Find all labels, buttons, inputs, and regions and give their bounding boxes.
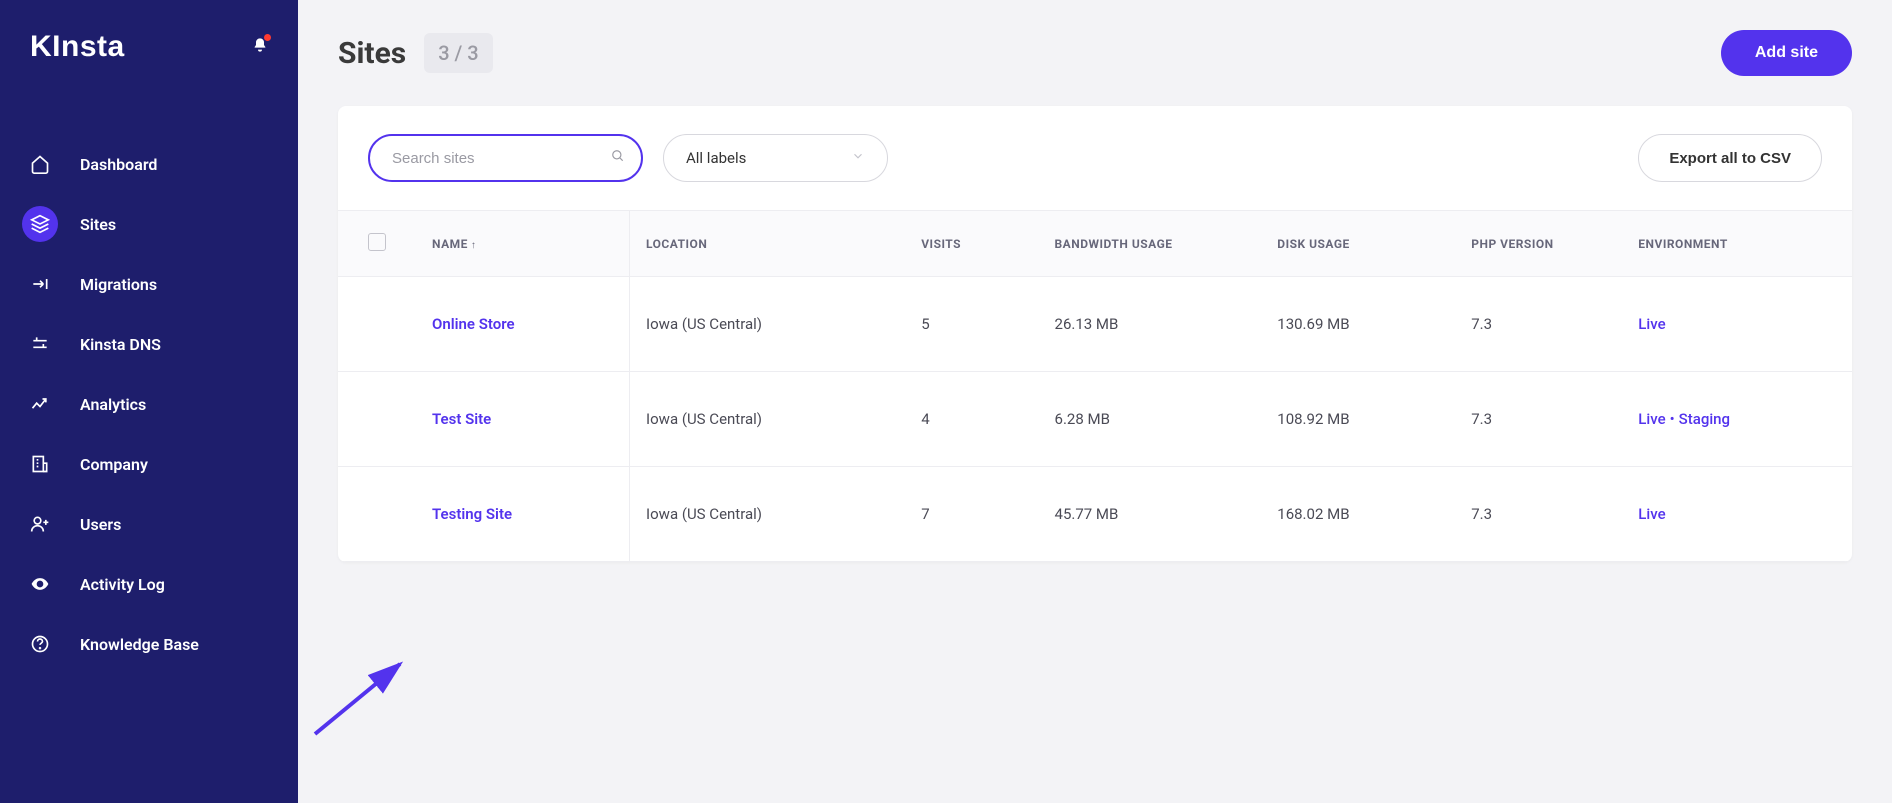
env-live-link[interactable]: Live	[1638, 410, 1665, 428]
search-input[interactable]	[368, 134, 643, 182]
sidebar-item-dashboard[interactable]: Dashboard	[0, 134, 298, 194]
site-link[interactable]: Testing Site	[432, 505, 512, 523]
sidebar-item-label: Migrations	[80, 275, 157, 294]
sidebar: KInsta Dashboard Sites Migrations Kinsta…	[0, 0, 298, 803]
home-icon	[22, 146, 58, 182]
page-title: Sites	[338, 36, 406, 71]
table-row: Test Site Iowa (US Central)46.28 MB108.92…	[338, 372, 1852, 467]
row-select-cell	[338, 372, 416, 467]
help-icon	[22, 626, 58, 662]
env-live-link[interactable]: Live	[1638, 505, 1665, 523]
sidebar-item-label: Company	[80, 455, 148, 474]
sidebar-item-label: Activity Log	[80, 575, 165, 594]
select-all-checkbox[interactable]	[368, 233, 386, 251]
visits-cell: 5	[905, 277, 1038, 372]
location-cell: Iowa (US Central)	[630, 467, 906, 562]
php-cell: 7.3	[1455, 277, 1622, 372]
search-icon	[611, 149, 625, 167]
visits-cell: 4	[905, 372, 1038, 467]
row-select-cell	[338, 277, 416, 372]
sort-asc-icon: ↑	[471, 240, 477, 251]
location-cell: Iowa (US Central)	[630, 277, 906, 372]
sidebar-item-label: Analytics	[80, 395, 146, 414]
table-row: Testing Site Iowa (US Central)745.77 MB16…	[338, 467, 1852, 562]
sidebar-item-users[interactable]: Users	[0, 494, 298, 554]
disk-cell: 168.02 MB	[1261, 467, 1455, 562]
sidebar-item-dns[interactable]: Kinsta DNS	[0, 314, 298, 374]
col-disk[interactable]: DISK USAGE	[1261, 211, 1455, 277]
brand-logo: KInsta	[30, 30, 125, 64]
notification-dot	[264, 34, 271, 41]
sidebar-item-company[interactable]: Company	[0, 434, 298, 494]
sidebar-item-activity[interactable]: Activity Log	[0, 554, 298, 614]
site-link[interactable]: Test Site	[432, 410, 491, 428]
header: Sites 3 / 3 Add site	[338, 30, 1852, 76]
bandwidth-cell: 26.13 MB	[1039, 277, 1262, 372]
sites-table: NAME↑ LOCATION VISITS BANDWIDTH USAGE DI…	[338, 210, 1852, 562]
table-header-row: NAME↑ LOCATION VISITS BANDWIDTH USAGE DI…	[338, 211, 1852, 277]
col-location[interactable]: LOCATION	[630, 211, 906, 277]
sites-card: All labels Export all to CSV NAME↑ LOCAT…	[338, 106, 1852, 562]
sidebar-item-label: Dashboard	[80, 155, 157, 174]
sidebar-item-label: Sites	[80, 215, 116, 234]
col-visits[interactable]: VISITS	[905, 211, 1038, 277]
bandwidth-cell: 45.77 MB	[1039, 467, 1262, 562]
search-wrap	[368, 134, 643, 182]
analytics-icon	[22, 386, 58, 422]
dns-icon	[22, 326, 58, 362]
labels-select-value: All labels	[686, 149, 746, 167]
location-cell: Iowa (US Central)	[630, 372, 906, 467]
bandwidth-cell: 6.28 MB	[1039, 372, 1262, 467]
toolbar-left: All labels	[368, 134, 888, 182]
sidebar-item-label: Kinsta DNS	[80, 335, 161, 354]
table-row: Online Store Iowa (US Central)526.13 MB13…	[338, 277, 1852, 372]
export-csv-button[interactable]: Export all to CSV	[1638, 134, 1822, 182]
environment-cell: Live	[1622, 277, 1852, 372]
sidebar-item-label: Knowledge Base	[80, 635, 199, 654]
col-php[interactable]: PHP VERSION	[1455, 211, 1622, 277]
select-all-header	[338, 211, 416, 277]
labels-select[interactable]: All labels	[663, 134, 888, 182]
header-left: Sites 3 / 3	[338, 33, 493, 73]
eye-icon	[22, 566, 58, 602]
sidebar-item-label: Users	[80, 515, 121, 534]
env-staging-link[interactable]: Staging	[1679, 410, 1730, 428]
site-name-cell: Test Site	[416, 372, 630, 467]
col-environment[interactable]: ENVIRONMENT	[1622, 211, 1852, 277]
disk-cell: 130.69 MB	[1261, 277, 1455, 372]
sidebar-item-migrations[interactable]: Migrations	[0, 254, 298, 314]
main: Sites 3 / 3 Add site All labels	[298, 0, 1892, 803]
visits-cell: 7	[905, 467, 1038, 562]
company-icon	[22, 446, 58, 482]
env-live-link[interactable]: Live	[1638, 315, 1665, 333]
migrations-icon	[22, 266, 58, 302]
environment-cell: Live •Staging	[1622, 372, 1852, 467]
site-count-badge: 3 / 3	[424, 33, 492, 73]
environment-cell: Live	[1622, 467, 1852, 562]
sidebar-item-analytics[interactable]: Analytics	[0, 374, 298, 434]
disk-cell: 108.92 MB	[1261, 372, 1455, 467]
sidebar-item-knowledge[interactable]: Knowledge Base	[0, 614, 298, 674]
php-cell: 7.3	[1455, 467, 1622, 562]
card-toolbar: All labels Export all to CSV	[338, 106, 1852, 210]
site-name-cell: Online Store	[416, 277, 630, 372]
col-name[interactable]: NAME↑	[416, 211, 630, 277]
users-icon	[22, 506, 58, 542]
layers-icon	[22, 206, 58, 242]
sidebar-item-sites[interactable]: Sites	[0, 194, 298, 254]
col-bandwidth[interactable]: BANDWIDTH USAGE	[1039, 211, 1262, 277]
logo-row: KInsta	[0, 20, 298, 94]
env-separator: •	[1670, 410, 1675, 428]
site-name-cell: Testing Site	[416, 467, 630, 562]
notifications-button[interactable]	[252, 37, 268, 57]
row-select-cell	[338, 467, 416, 562]
php-cell: 7.3	[1455, 372, 1622, 467]
nav: Dashboard Sites Migrations Kinsta DNS An…	[0, 124, 298, 684]
site-link[interactable]: Online Store	[432, 315, 515, 333]
add-site-button[interactable]: Add site	[1721, 30, 1852, 76]
chevron-down-icon	[851, 149, 865, 167]
